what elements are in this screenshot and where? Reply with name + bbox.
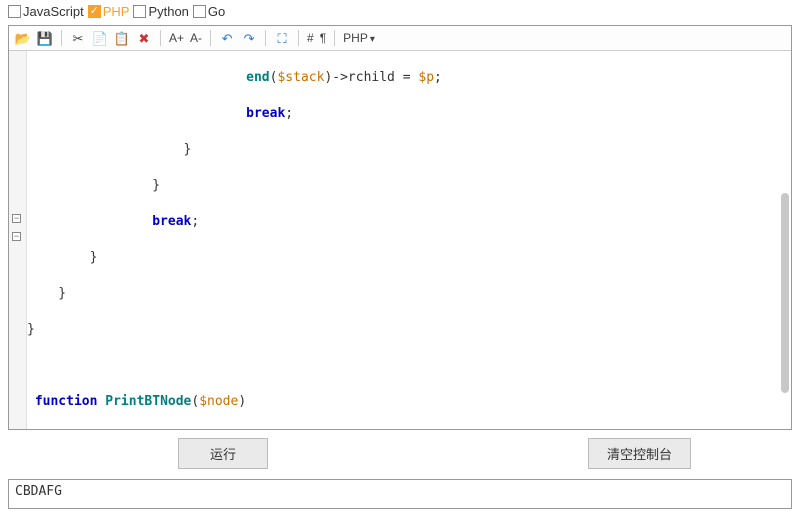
code-var: $node — [199, 394, 238, 409]
lang-label: Go — [208, 4, 225, 19]
console-text: CBDAFG — [15, 484, 62, 499]
hash-button[interactable]: # — [307, 31, 314, 45]
undo-icon[interactable]: ↶ — [219, 30, 235, 46]
pilcrow-button[interactable]: ¶ — [320, 31, 326, 45]
checkbox-checked-icon: ✓ — [88, 5, 101, 18]
cut-icon[interactable]: ✂ — [70, 30, 86, 46]
fold-icon[interactable]: − — [12, 214, 21, 223]
separator — [61, 30, 62, 46]
open-icon[interactable]: 📂 — [15, 30, 31, 46]
code-keyword: function — [35, 394, 98, 409]
font-decrease-button[interactable]: A- — [190, 31, 202, 45]
checkbox-icon — [8, 5, 21, 18]
font-increase-button[interactable]: A+ — [169, 31, 184, 45]
code-field: rchild — [348, 70, 395, 85]
separator — [160, 30, 161, 46]
code-content: end($stack)->rchild = $p; break; } } bre… — [27, 51, 791, 429]
console-output: CBDAFG — [8, 479, 792, 509]
redo-icon[interactable]: ↷ — [241, 30, 257, 46]
code-keyword: break — [152, 214, 191, 229]
save-icon[interactable]: 💾 — [37, 30, 53, 46]
separator — [265, 30, 266, 46]
separator — [210, 30, 211, 46]
code-var: $stack — [277, 70, 324, 85]
delete-icon[interactable]: ✖ — [136, 30, 152, 46]
code-var: $p — [418, 70, 434, 85]
paste-icon[interactable]: 📋 — [114, 30, 130, 46]
separator — [298, 30, 299, 46]
checkbox-icon — [193, 5, 206, 18]
lang-go[interactable]: Go — [193, 4, 225, 19]
lang-python[interactable]: Python — [133, 4, 188, 19]
button-row: 运行 清空控制台 — [0, 430, 800, 479]
run-button[interactable]: 运行 — [178, 438, 268, 469]
fullscreen-icon[interactable]: ⛶ — [274, 30, 290, 46]
fold-icon[interactable]: − — [12, 232, 21, 241]
language-bar: JavaScript ✓ PHP Python Go — [0, 0, 800, 25]
checkbox-icon — [133, 5, 146, 18]
lang-label: JavaScript — [23, 4, 84, 19]
separator — [334, 30, 335, 46]
scroll-thumb[interactable] — [781, 193, 789, 393]
gutter: − − — [9, 51, 27, 429]
lang-label: PHP — [103, 4, 130, 19]
scrollbar[interactable] — [779, 53, 789, 427]
code-keyword: break — [246, 106, 285, 121]
lang-php[interactable]: ✓ PHP — [88, 4, 130, 19]
copy-icon[interactable]: 📄 — [92, 30, 108, 46]
code-fn: PrintBTNode — [105, 394, 191, 409]
code-fn: end — [246, 70, 269, 85]
language-select[interactable]: PHP — [343, 31, 375, 45]
lang-label: Python — [148, 4, 188, 19]
code-editor[interactable]: − − end($stack)->rchild = $p; break; } }… — [9, 51, 791, 429]
lang-javascript[interactable]: JavaScript — [8, 4, 84, 19]
clear-console-button[interactable]: 清空控制台 — [588, 438, 691, 469]
editor-panel: 📂 💾 ✂ 📄 📋 ✖ A+ A- ↶ ↷ ⛶ # ¶ PHP − − end(… — [8, 25, 792, 430]
editor-toolbar: 📂 💾 ✂ 📄 📋 ✖ A+ A- ↶ ↷ ⛶ # ¶ PHP — [9, 26, 791, 51]
